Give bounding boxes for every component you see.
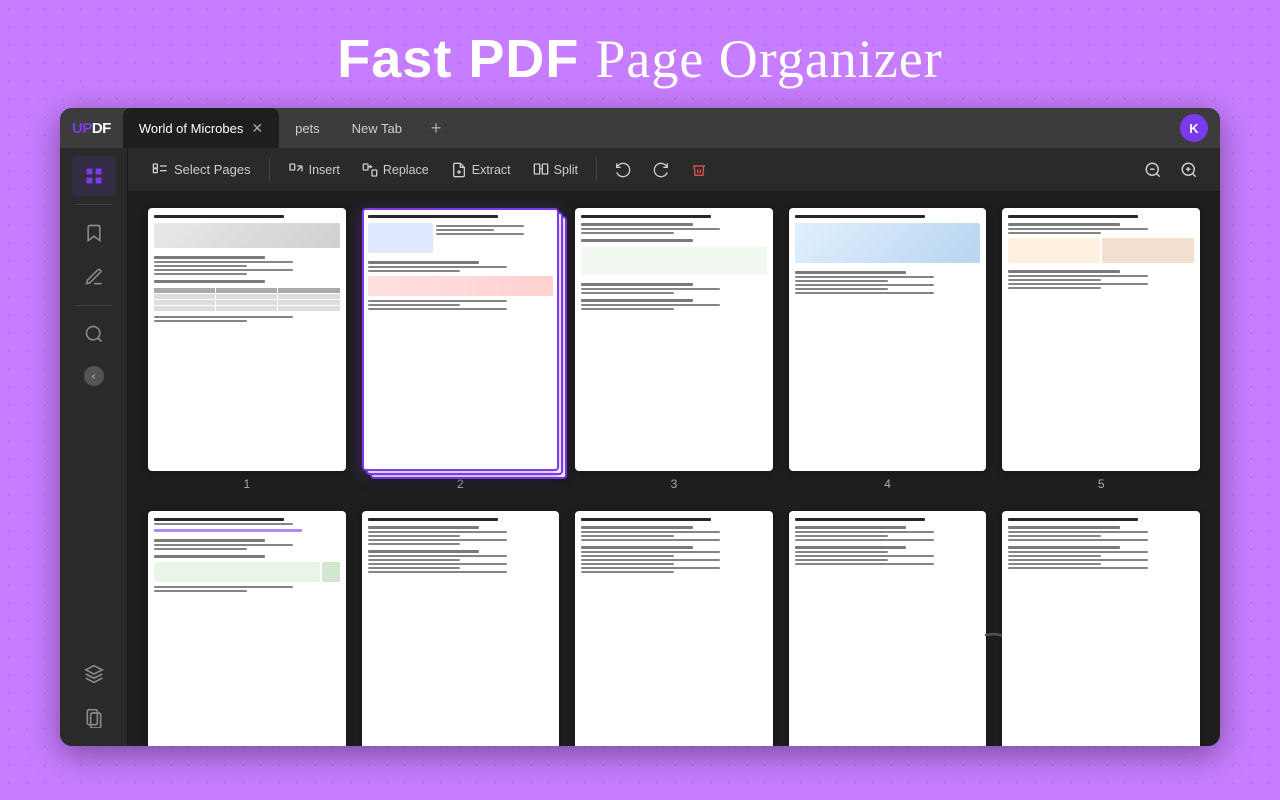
split-label: Split (554, 163, 578, 177)
page-thumb-10[interactable] (1002, 511, 1200, 746)
insert-button[interactable]: Insert (280, 158, 348, 182)
extract-button[interactable]: Extract (443, 158, 519, 182)
page-number-4: 4 (884, 477, 891, 491)
zoom-out-button[interactable] (1138, 155, 1168, 185)
page-item-7[interactable]: 7 (362, 511, 560, 746)
pages-area[interactable]: 1 (128, 192, 1220, 746)
pages-grid: 1 (148, 208, 1200, 746)
tab-world-of-microbes[interactable]: World of Microbes ✕ (123, 108, 279, 148)
sidebar: ‹ (60, 148, 128, 746)
page-item-4[interactable]: 4 (789, 208, 987, 491)
updf-logo: UPDF (72, 120, 111, 137)
tab-label: pets (295, 121, 320, 136)
add-tab-button[interactable]: + (422, 114, 450, 142)
titlebar: UPDF World of Microbes ✕ pets New Tab + … (60, 108, 1220, 148)
page-number-3: 3 (671, 477, 678, 491)
toolbar-right (1138, 155, 1204, 185)
app-window: UPDF World of Microbes ✕ pets New Tab + … (60, 108, 1220, 746)
sidebar-icon-bookmark[interactable] (72, 213, 116, 253)
page-number-1: 1 (243, 477, 250, 491)
page-thumb-4[interactable] (789, 208, 987, 471)
page-thumb-6[interactable] (148, 511, 346, 746)
page-number-5: 5 (1098, 477, 1105, 491)
replace-button[interactable]: Replace (354, 158, 437, 182)
page-item-9[interactable]: 9 (789, 511, 987, 746)
rotate-right-button[interactable] (645, 158, 677, 182)
page-thumb-3[interactable] (575, 208, 773, 471)
select-pages-button[interactable]: Select Pages (144, 158, 259, 182)
page-thumb-8[interactable] (575, 511, 773, 746)
sidebar-icon-layers[interactable] (72, 654, 116, 694)
page-item-2[interactable]: 2 (362, 208, 560, 491)
select-pages-label: Select Pages (174, 162, 251, 177)
sidebar-icon-pages[interactable] (72, 698, 116, 738)
page-number-2: 2 (457, 477, 464, 491)
avatar: K (1180, 114, 1208, 142)
tab-label: New Tab (352, 121, 402, 136)
hero-section: Fast PDF Page Organizer (337, 28, 942, 90)
main-area: ‹ Select (60, 148, 1220, 746)
sidebar-icon-search[interactable] (72, 314, 116, 354)
content-area: Select Pages Insert Replace (128, 148, 1220, 746)
replace-label: Replace (383, 163, 429, 177)
page-item-5[interactable]: 5 (1002, 208, 1200, 491)
zoom-in-button[interactable] (1174, 155, 1204, 185)
tab-new-tab[interactable]: New Tab (336, 108, 418, 148)
tab-close-icon[interactable]: ✕ (251, 120, 263, 137)
split-button[interactable]: Split (525, 158, 586, 182)
rotate-left-button[interactable] (607, 158, 639, 182)
page-thumb-1[interactable] (148, 208, 346, 471)
hero-suffix: Page Organizer (595, 29, 942, 89)
page-thumb-2[interactable] (362, 208, 560, 471)
toolbar-separator-1 (269, 158, 270, 182)
page-item-10[interactable]: 10 (1002, 511, 1200, 746)
page-thumb-5[interactable] (1002, 208, 1200, 471)
extract-label: Extract (472, 163, 511, 177)
sidebar-divider-2 (76, 305, 112, 306)
tab-label: World of Microbes (139, 121, 244, 136)
insert-label: Insert (309, 163, 340, 177)
sidebar-icon-thumbnails[interactable] (72, 156, 116, 196)
toolbar-separator-2 (596, 158, 597, 182)
tab-pets[interactable]: pets (279, 108, 336, 148)
page-item-6[interactable]: 6 (148, 511, 346, 746)
page-item-1[interactable]: 1 (148, 208, 346, 491)
hero-prefix: Fast PDF (337, 29, 579, 89)
sidebar-collapse-button[interactable]: ‹ (84, 366, 104, 386)
page-thumb-7[interactable] (362, 511, 560, 746)
sidebar-icon-annotation[interactable] (72, 257, 116, 297)
page-item-8[interactable]: 8 (575, 511, 773, 746)
toolbar: Select Pages Insert Replace (128, 148, 1220, 192)
sidebar-divider (76, 204, 112, 205)
page-item-3[interactable]: 3 (575, 208, 773, 491)
page-thumb-9[interactable] (789, 511, 987, 746)
delete-button[interactable] (683, 158, 715, 182)
